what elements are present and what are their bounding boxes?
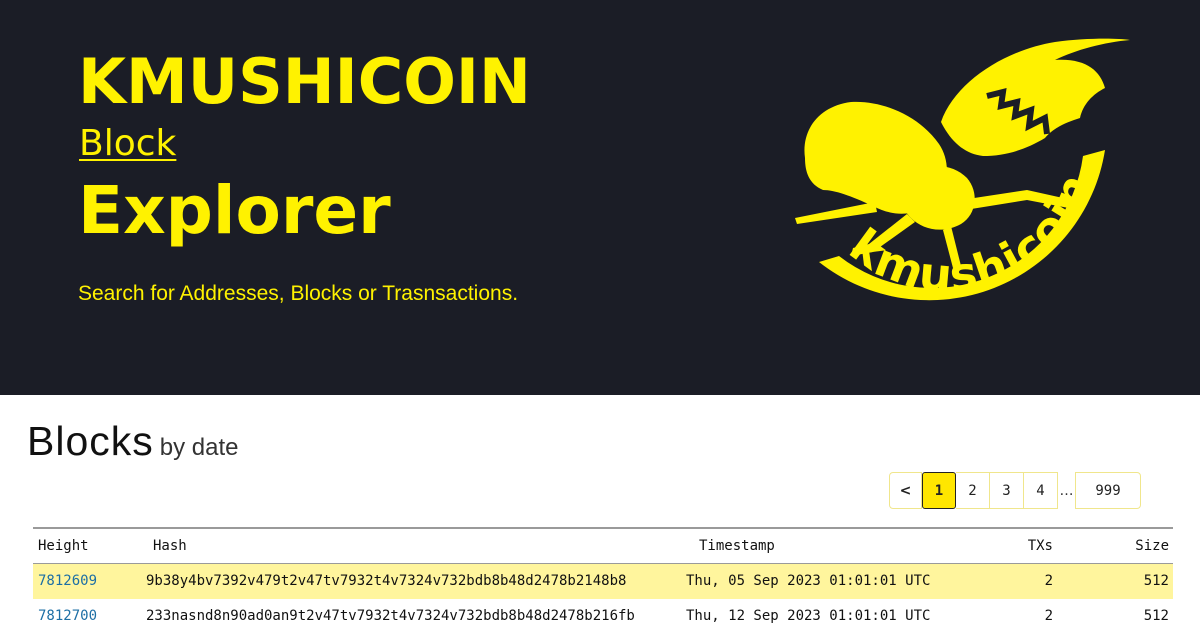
block-hash: 9b38y4bv7392v479t2v47tv7932t4v7324v732bd… xyxy=(146,573,627,589)
block-height-link[interactable]: 7812609 xyxy=(38,564,97,599)
brand-name: KMUSHICOIN xyxy=(78,45,531,118)
col-header-hash[interactable]: Hash xyxy=(153,529,187,564)
block-height-link[interactable]: 7812700 xyxy=(38,599,97,630)
last-page-button[interactable]: 999 xyxy=(1075,472,1141,509)
col-header-height[interactable]: Height xyxy=(38,529,89,564)
explorer-heading: Explorer xyxy=(78,172,391,249)
block-txs: 2 xyxy=(1044,573,1053,589)
kmushicoin-beetle-logo: kmushicoin xyxy=(795,38,1130,303)
block-link[interactable]: Block xyxy=(79,124,176,164)
table-header: Height Hash Timestamp TXs Size xyxy=(33,529,1173,564)
block-size: 512 xyxy=(1143,573,1169,589)
col-header-txs[interactable]: TXs xyxy=(1028,529,1053,564)
table-row[interactable]: 7812609 9b38y4bv7392v479t2v47tv7932t4v73… xyxy=(33,564,1173,599)
col-header-size[interactable]: Size xyxy=(1135,529,1169,564)
tagline: Search for Addresses, Blocks or Trasnsac… xyxy=(78,282,519,305)
hero-banner: KMUSHICOIN Block Explorer Search for Add… xyxy=(0,0,1200,395)
block-timestamp: Thu, 12 Sep 2023 01:01:01 UTC xyxy=(686,608,931,624)
table-row[interactable]: 7812700 233nasnd8n90ad0an9t2v47tv7932t4v… xyxy=(33,599,1173,630)
pagination-ellipsis: … xyxy=(1059,482,1074,499)
page-button-3[interactable]: 3 xyxy=(990,472,1024,509)
page-button-2[interactable]: 2 xyxy=(956,472,990,509)
block-hash: 233nasnd8n90ad0an9t2v47tv7932t4v7324v732… xyxy=(146,608,635,624)
block-timestamp: Thu, 05 Sep 2023 01:01:01 UTC xyxy=(686,573,931,589)
section-title-main: Blocks xyxy=(27,418,154,464)
prev-page-button[interactable]: < xyxy=(889,472,922,509)
block-size: 512 xyxy=(1143,608,1169,624)
page-button-4[interactable]: 4 xyxy=(1024,472,1058,509)
section-title-sub: by date xyxy=(159,434,239,461)
block-txs: 2 xyxy=(1044,608,1053,624)
pagination: < 1 2 3 4 … 999 xyxy=(889,472,1141,509)
col-header-timestamp[interactable]: Timestamp xyxy=(699,529,775,564)
section-title: Blocks by date xyxy=(27,418,239,465)
blocks-table: Height Hash Timestamp TXs Size 7812609 9… xyxy=(33,527,1173,630)
page-button-1[interactable]: 1 xyxy=(922,472,956,509)
